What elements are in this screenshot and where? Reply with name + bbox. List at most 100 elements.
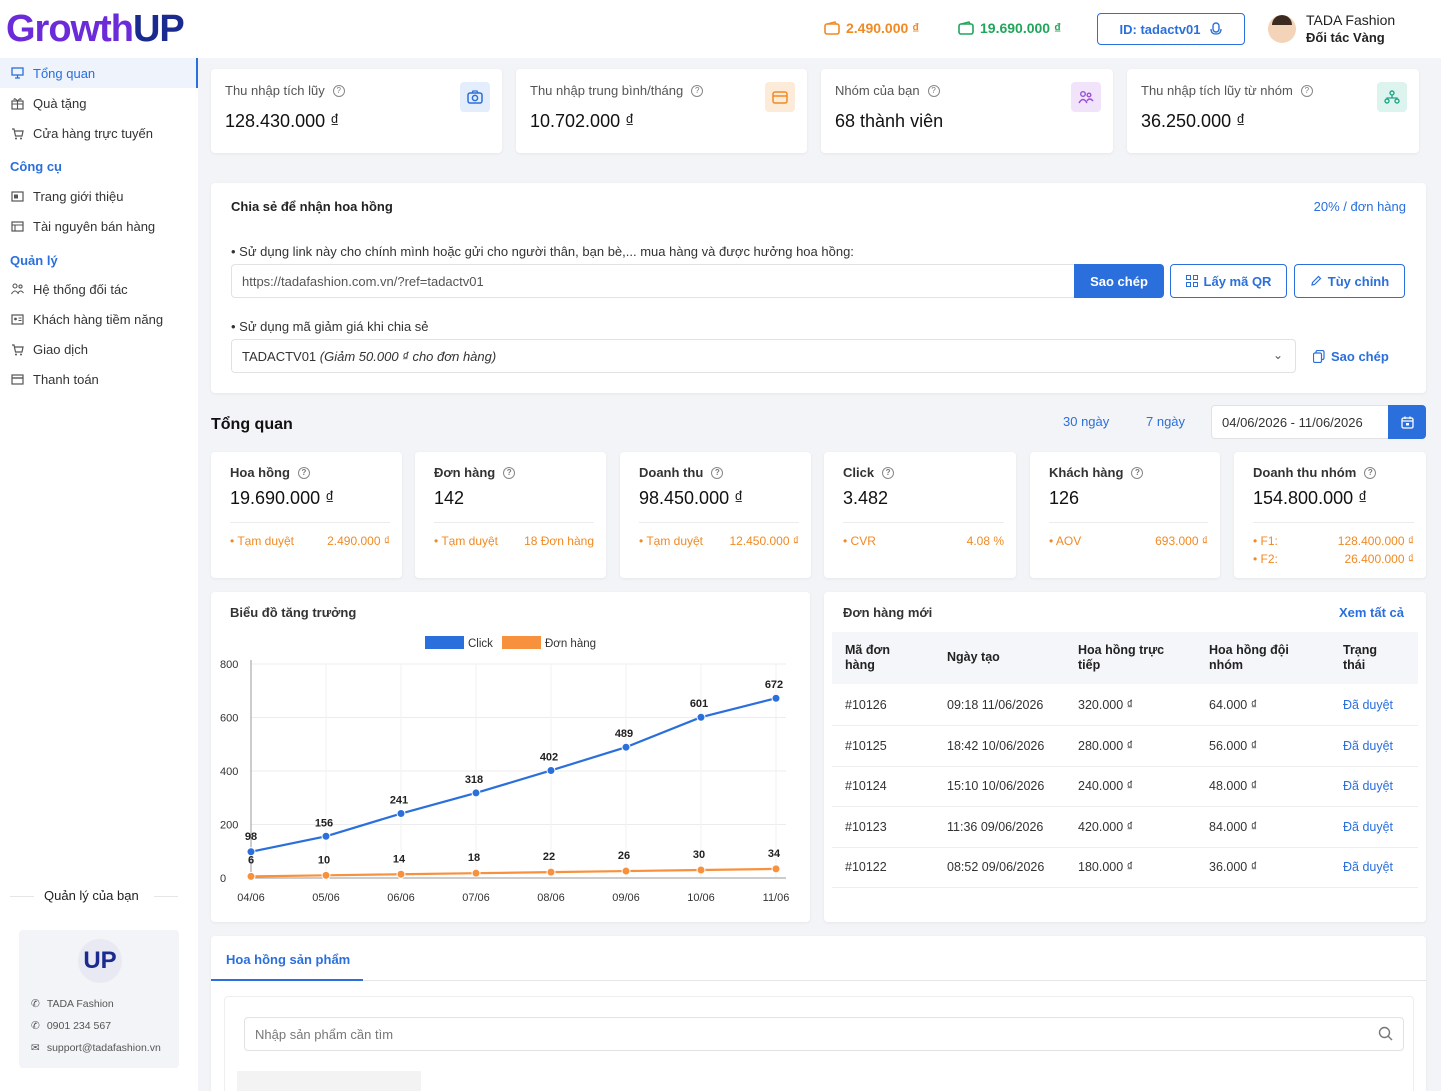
tab-product-commission[interactable]: Hoa hồng sản phẩm: [226, 952, 350, 967]
sidebar-item-payments[interactable]: Thanh toán: [0, 364, 198, 394]
col-status[interactable]: Trạng thái: [1343, 643, 1393, 673]
metric-title-text: Đơn hàng: [434, 465, 496, 480]
metric-sub-label: • F1:: [1253, 534, 1278, 548]
sidebar-item-partner-network[interactable]: Hệ thống đối tác: [0, 274, 198, 304]
copy-link-button[interactable]: Sao chép: [1074, 264, 1164, 298]
metric-title: Click?: [843, 465, 895, 480]
metric-title: Doanh thu?: [639, 465, 724, 480]
help-icon[interactable]: ?: [1364, 466, 1377, 479]
table-row[interactable]: #10124 15:10 10/06/2026 240.000 ₫ 48.000 ₫ Đ…: [832, 766, 1418, 807]
data-label: 241: [390, 795, 408, 807]
page-icon: [10, 189, 24, 203]
data-point: [696, 712, 706, 722]
help-icon[interactable]: ?: [332, 84, 345, 97]
view-all-link[interactable]: Xem tất cả: [1339, 605, 1404, 620]
sidebar-item-transactions[interactable]: Giao dịch: [0, 334, 198, 364]
cell-order-id[interactable]: #10125: [845, 739, 887, 753]
calendar-button[interactable]: [1388, 405, 1426, 439]
col-created-date[interactable]: Ngày tạo: [947, 650, 1000, 665]
data-label: 489: [615, 728, 633, 740]
user-role: Đối tác Vàng: [1306, 30, 1385, 45]
card-icon: [10, 372, 24, 386]
metric-sub-label: • CVR: [843, 534, 876, 548]
manager-logo: UP: [78, 939, 122, 983]
cell-direct-commission: 320.000 ₫: [1078, 698, 1134, 712]
user-profile[interactable]: TADA Fashion Đối tác Vàng: [1268, 12, 1395, 45]
logo[interactable]: GrowthUP: [6, 8, 185, 51]
sidebar-item-landing-page[interactable]: Trang giới thiệu: [0, 181, 198, 211]
metric-sub: • Tạm duyệt 18 Đơn hàng: [434, 534, 594, 548]
cell-status[interactable]: Đã duyệt: [1343, 820, 1393, 834]
col-team-commission[interactable]: Hoa hồng đội nhóm: [1209, 643, 1309, 673]
kpi-title: Thu nhập tích lũy?: [225, 83, 345, 98]
cell-status[interactable]: Đã duyệt: [1343, 779, 1393, 793]
coupon-select[interactable]: TADACTV01 (Giảm 50.000 ₫ cho đơn hàng) ⌄: [231, 339, 1296, 373]
manager-card: UP ✆ TADA Fashion ✆ 0901 234 567 ✉ suppo…: [19, 930, 179, 1068]
col-direct-commission[interactable]: Hoa hồng trực tiếp: [1078, 643, 1188, 673]
search-icon[interactable]: [1378, 1026, 1393, 1041]
growth-chart-card: Biểu đồ tăng trưởng 0 200 400 600 800 04/06 05…: [211, 592, 810, 922]
cell-team-commission: 36.000 ₫: [1209, 860, 1258, 874]
avatar: [1268, 14, 1296, 43]
partner-id-button[interactable]: ID: tadactv01: [1097, 13, 1245, 45]
help-icon[interactable]: ?: [1300, 84, 1313, 97]
range-30-days[interactable]: 30 ngày: [1063, 414, 1109, 429]
copy-coupon-button[interactable]: Sao chép: [1313, 349, 1389, 364]
manager-phone: 0901 234 567: [46, 1020, 112, 1032]
pending-balance[interactable]: 2.490.000 ₫: [824, 20, 919, 36]
available-balance-value: 19.690.000 ₫: [980, 20, 1062, 36]
cell-order-id[interactable]: #10124: [845, 779, 887, 793]
available-balance[interactable]: 19.690.000 ₫: [958, 20, 1061, 36]
date-range-input[interactable]: 04/06/2026 - 11/06/2026: [1211, 405, 1389, 439]
cell-order-id[interactable]: #10126: [845, 698, 887, 712]
manager-phone-row[interactable]: ✆ 0901 234 567: [31, 1020, 111, 1032]
cell-status[interactable]: Đã duyệt: [1343, 860, 1393, 874]
manager-email-row[interactable]: ✉ support@tadafashion.vn: [31, 1042, 161, 1054]
kpi-title: Nhóm của bạn?: [835, 83, 940, 98]
coupon-instructions: • Sử dụng mã giảm giá khi chia sẻ: [231, 319, 429, 334]
table-row[interactable]: #10123 11:36 09/06/2026 420.000 ₫ 84.000 ₫ Đ…: [832, 807, 1418, 848]
x-tick-label: 06/06: [387, 892, 415, 904]
col-order-id[interactable]: Mã đơn hàng: [845, 643, 915, 673]
help-icon[interactable]: ?: [503, 466, 516, 479]
sidebar-item-online-store[interactable]: Cửa hàng trực tuyến: [0, 118, 198, 148]
table-row[interactable]: #10126 09:18 11/06/2026 320.000 ₫ 64.000 ₫ Đ…: [832, 685, 1418, 726]
referral-link-field[interactable]: https://tadafashion.com.vn/?ref=tadactv0…: [231, 264, 1075, 298]
referral-link-value: https://tadafashion.com.vn/?ref=tadactv0…: [242, 273, 484, 289]
product-thumbnail[interactable]: [237, 1071, 421, 1091]
get-qr-button[interactable]: Lấy mã QR: [1170, 264, 1287, 298]
wallet-icon: [824, 21, 840, 35]
help-icon[interactable]: ?: [1131, 466, 1144, 479]
cell-order-id[interactable]: #10123: [845, 820, 887, 834]
help-icon[interactable]: ?: [711, 466, 724, 479]
sidebar-item-sales-resources[interactable]: Tài nguyên bán hàng: [0, 211, 198, 241]
y-tick-label: 200: [220, 820, 238, 832]
help-icon[interactable]: ?: [297, 466, 310, 479]
sidebar-item-gifts[interactable]: Quà tặng: [0, 88, 198, 118]
product-commission-card: Hoa hồng sản phẩm Nhập sản phẩm cần tìm: [211, 936, 1426, 1091]
cell-order-id[interactable]: #10122: [845, 860, 887, 874]
sidebar-item-overview[interactable]: Tổng quan: [0, 58, 198, 88]
x-tick-label: 08/06: [537, 892, 565, 904]
metric-title-text: Doanh thu: [639, 465, 704, 480]
sidebar-item-leads[interactable]: Khách hàng tiềm năng: [0, 304, 198, 334]
cell-status[interactable]: Đã duyệt: [1343, 698, 1393, 712]
data-point: [621, 866, 631, 876]
sidebar-item-label: Cửa hàng trực tuyến: [33, 125, 154, 141]
y-tick-label: 800: [220, 659, 238, 671]
table-row[interactable]: #10122 08:52 09/06/2026 180.000 ₫ 36.000 ₫ Đ…: [832, 847, 1418, 888]
kpi-title-text: Thu nhập trung bình/tháng: [530, 83, 684, 98]
customize-button[interactable]: Tùy chỉnh: [1294, 264, 1405, 298]
logo-part2: UP: [132, 8, 185, 50]
help-icon[interactable]: ?: [927, 84, 940, 97]
wallet-icon: [958, 21, 974, 35]
help-icon[interactable]: ?: [882, 466, 895, 479]
cell-status[interactable]: Đã duyệt: [1343, 739, 1393, 753]
range-7-days[interactable]: 7 ngày: [1146, 414, 1185, 429]
product-search-input[interactable]: Nhập sản phẩm cần tìm: [244, 1017, 1404, 1051]
help-icon[interactable]: ?: [691, 84, 704, 97]
table-row[interactable]: #10125 18:42 10/06/2026 280.000 ₫ 56.000 ₫ Đ…: [832, 726, 1418, 767]
qr-icon: [1185, 275, 1198, 287]
cell-created-date: 08:52 09/06/2026: [947, 860, 1045, 874]
kpi-title-text: Nhóm của bạn: [835, 83, 920, 98]
